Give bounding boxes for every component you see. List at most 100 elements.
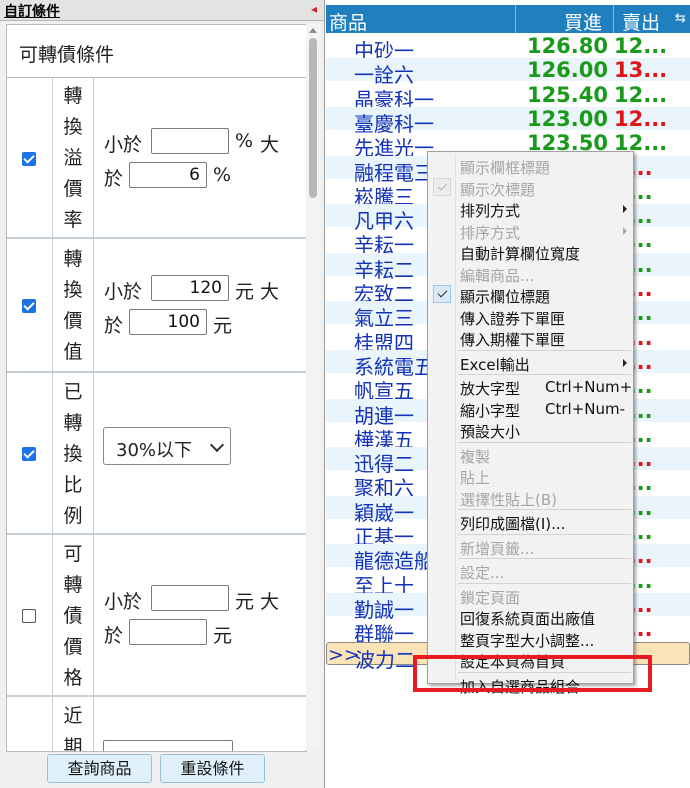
- scroll-up-icon[interactable]: [309, 28, 317, 33]
- condition-checkbox[interactable]: [22, 447, 36, 461]
- quote-row[interactable]: 臺慶科一 123.00 12...: [326, 106, 690, 136]
- menu-item-label: 貼上: [460, 469, 491, 487]
- less-than-input[interactable]: 120: [151, 275, 229, 301]
- menu-item[interactable]: 選擇性貼上(B): [428, 487, 633, 509]
- menu-item[interactable]: 回復系統頁面出廠值: [428, 606, 633, 628]
- menu-item[interactable]: 預設大小: [428, 419, 633, 441]
- menu-item[interactable]: 傳入證券下單匣: [428, 306, 633, 328]
- menu-item-label: Excel輸出: [460, 355, 530, 374]
- menu-item[interactable]: 整頁字型大小調整...: [428, 628, 633, 650]
- quote-row[interactable]: 晶豪科一 125.40 12...: [326, 82, 690, 112]
- condition-row: 已轉換比例 30%以下: [7, 373, 306, 535]
- column-header-bid[interactable]: 買進: [564, 8, 602, 35]
- menu-item-label: 回復系統頁面出廠值: [460, 610, 596, 628]
- quote-row[interactable]: 一詮六 126.00 13...: [326, 58, 690, 87]
- menu-item-shortcut: Ctrl+Num+: [545, 378, 633, 396]
- menu-separator: [458, 533, 631, 535]
- submenu-arrow-icon: [623, 358, 627, 367]
- column-divider: [613, 5, 614, 33]
- menu-item-label: 預設大小: [460, 423, 521, 441]
- menu-item[interactable]: 貼上: [428, 465, 633, 487]
- menu-item-label: 顯示欄框標題: [460, 159, 551, 177]
- left-scrollbar[interactable]: [306, 24, 320, 750]
- quote-table-header: 商品 買進 賣出 ⇆: [326, 5, 690, 35]
- menu-item-label: 設定...: [460, 564, 505, 582]
- bid-price: 125.40: [526, 82, 608, 107]
- reset-conditions-button[interactable]: 重設條件: [160, 754, 265, 783]
- menu-item-shortcut: Ctrl+Num-: [545, 399, 626, 418]
- menu-separator: [458, 441, 631, 443]
- scroll-thumb[interactable]: [309, 38, 317, 198]
- menu-item[interactable]: 新增頁籤...: [428, 536, 633, 558]
- menu-item[interactable]: 傳入期權下單匣: [428, 327, 633, 349]
- menu-item[interactable]: 放大字型 Ctrl+Num+: [428, 376, 633, 398]
- section-title: 可轉債條件: [19, 44, 115, 66]
- collapse-icon[interactable]: ◂: [307, 2, 321, 16]
- column-header-ask[interactable]: 賣出: [622, 8, 660, 35]
- condition-label-char: 價: [63, 635, 83, 658]
- menu-item-label: 新增頁籤...: [460, 539, 535, 558]
- greater-than-label: 於: [104, 315, 124, 337]
- condition-label-char: 期: [63, 736, 83, 752]
- select-value: 30%以下: [116, 440, 193, 461]
- menu-item[interactable]: 設定...: [428, 560, 633, 582]
- checkbox-cell: [7, 697, 53, 751]
- menu-item[interactable]: 自動計算欄位寬度: [428, 241, 633, 263]
- condition-checkbox[interactable]: [22, 609, 36, 623]
- condition-inputs: 30%以下: [94, 373, 306, 533]
- context-menu: 顯示欄框標題 顯示次標題 排列方式 排序方式自動計算欄位寬度 編輯商品... 顯示欄位標題…: [427, 151, 634, 696]
- less-than-input[interactable]: [151, 585, 229, 611]
- condition-checkbox[interactable]: [22, 151, 36, 166]
- menu-item[interactable]: 顯示次標題: [428, 177, 633, 199]
- condition-inputs: 小於元大於元: [94, 535, 306, 695]
- conversion-ratio-select[interactable]: 30%以下: [103, 427, 231, 465]
- greater-than-label: 大: [260, 281, 280, 303]
- menu-item[interactable]: 縮小字型 Ctrl+Num-: [428, 398, 633, 420]
- menu-item[interactable]: 排列方式: [428, 198, 633, 220]
- greater-than-input[interactable]: 100: [129, 309, 207, 335]
- menu-separator: [458, 558, 631, 559]
- ask-price: 12...: [614, 82, 668, 107]
- menu-item-label: 自動計算欄位寬度: [460, 245, 581, 263]
- condition-row: 可轉債價格小於元大於元: [7, 535, 306, 697]
- product-name: 波力二: [355, 647, 415, 672]
- menu-item[interactable]: 複製: [428, 444, 633, 466]
- menu-item[interactable]: 排序方式: [428, 220, 633, 242]
- column-header-name[interactable]: 商品: [329, 8, 367, 35]
- condition-label-char: 換: [63, 442, 83, 465]
- condition-label: 轉換溢價率: [53, 78, 94, 237]
- submenu-arrow-icon: [623, 226, 627, 235]
- check-icon: [433, 177, 451, 196]
- menu-item[interactable]: 編輯商品...: [428, 263, 633, 285]
- condition-label-char: 可: [63, 542, 83, 565]
- menu-item-label: 複製: [460, 447, 491, 466]
- conditions-list: 可轉債條件 轉換溢價率小於% 大於 6% 轉換價值小於 120 元大於 100 元已轉換比例 3…: [6, 24, 307, 752]
- condition-inputs: 小於% 大於 6%: [94, 78, 306, 237]
- menu-item[interactable]: Excel輸出: [428, 352, 633, 374]
- checkbox-cell: [7, 78, 53, 237]
- menu-item[interactable]: 鎖定頁面: [428, 585, 633, 607]
- menu-item[interactable]: 顯示欄框標題: [428, 155, 633, 177]
- greater-than-input[interactable]: [129, 619, 207, 645]
- menu-separator: [458, 509, 631, 510]
- greater-than-label: 大: [260, 591, 280, 613]
- less-than-input[interactable]: [151, 127, 229, 154]
- greater-than-input[interactable]: 6: [129, 161, 207, 188]
- less-than-label: 小於: [104, 133, 143, 156]
- condition-label-char: 換: [63, 279, 83, 301]
- bid-price: 123.00: [526, 106, 608, 131]
- condition-label: 已轉換比例: [53, 373, 94, 533]
- menu-separator: [458, 582, 631, 584]
- menu-item[interactable]: 列印成圖檔(I)...: [428, 511, 633, 533]
- condition-checkbox[interactable]: [22, 299, 36, 313]
- quote-row[interactable]: 中砂一 126.80 12...: [326, 34, 690, 63]
- condition-inputs: 小於 120 元大於 100 元: [94, 239, 306, 371]
- query-products-button[interactable]: 查詢商品: [47, 754, 152, 783]
- swap-icon[interactable]: ⇆: [675, 9, 689, 29]
- menu-item-label: 列印成圖檔(I)...: [460, 515, 566, 533]
- menu-item[interactable]: 顯示欄位標題: [428, 284, 633, 306]
- ask-price: 12...: [614, 34, 668, 58]
- check-icon: [433, 285, 451, 303]
- column-divider: [515, 5, 516, 33]
- menu-item-label: 選擇性貼上(B): [460, 490, 557, 509]
